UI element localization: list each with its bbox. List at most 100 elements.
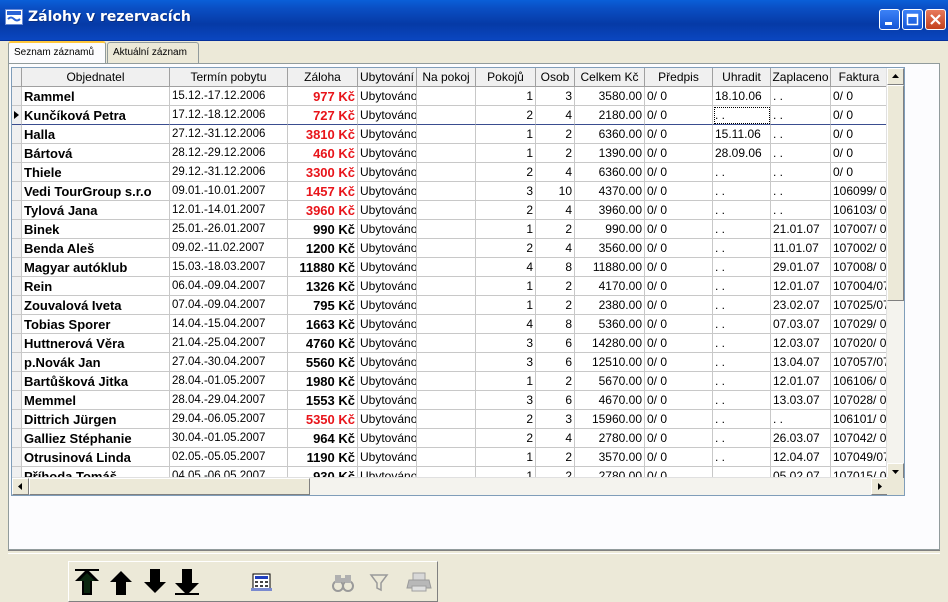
cell-status[interactable]: Ubytováno	[358, 372, 417, 391]
cell-per-room[interactable]	[417, 220, 476, 239]
search-button[interactable]	[327, 566, 359, 598]
cell-persons-count[interactable]: 2	[536, 144, 575, 163]
cell-total[interactable]: 2180.00	[575, 106, 645, 125]
column-header-invoice[interactable]: Faktura	[831, 68, 888, 87]
row-indicator[interactable]	[12, 201, 22, 220]
cell-rooms-count[interactable]: 1	[476, 372, 536, 391]
cell-total[interactable]: 4670.00	[575, 391, 645, 410]
cell-total[interactable]: 3570.00	[575, 448, 645, 467]
cell-invoice[interactable]: 107004/07	[831, 277, 888, 296]
column-header-deposit[interactable]: Záloha	[288, 68, 358, 87]
cell-total[interactable]: 3960.00	[575, 201, 645, 220]
cell-paid[interactable]: . .	[771, 144, 831, 163]
row-indicator[interactable]	[12, 296, 22, 315]
cell-total[interactable]: 5670.00	[575, 372, 645, 391]
cell-per-room[interactable]	[417, 201, 476, 220]
cell-stay-term[interactable]: 09.01.-10.01.2007	[170, 182, 288, 201]
column-header-per-room[interactable]: Na pokoj	[417, 68, 476, 87]
cell-stay-term[interactable]: 21.04.-25.04.2007	[170, 334, 288, 353]
cell-deposit[interactable]: 1980 Kč	[288, 372, 358, 391]
tab-record-list[interactable]: Seznam záznamů	[8, 41, 106, 64]
cell-invoice[interactable]: 107042/ 0	[831, 429, 888, 448]
cell-rooms-count[interactable]: 1	[476, 448, 536, 467]
cell-due[interactable]: . .	[713, 391, 771, 410]
cell-prescription[interactable]: 0/ 0	[645, 258, 713, 277]
cell-persons-count[interactable]: 3	[536, 410, 575, 429]
table-row[interactable]: Zouvalová Iveta 07.04.-09.04.2007 795 Kč Ub…	[12, 296, 888, 315]
cell-prescription[interactable]: 0/ 0	[645, 372, 713, 391]
cell-paid[interactable]: 13.03.07	[771, 391, 831, 410]
cell-paid[interactable]: 12.04.07	[771, 448, 831, 467]
cell-status[interactable]: Ubytováno	[358, 220, 417, 239]
cell-rooms-count[interactable]: 2	[476, 239, 536, 258]
cell-due[interactable]: . .	[713, 410, 771, 429]
row-indicator[interactable]	[12, 182, 22, 201]
cell-per-room[interactable]	[417, 182, 476, 201]
column-header-status[interactable]: Ubytování	[358, 68, 417, 87]
cell-invoice[interactable]: 107002/ 0	[831, 239, 888, 258]
cell-invoice[interactable]: 0/ 0	[831, 106, 888, 125]
cell-status[interactable]: Ubytováno	[358, 353, 417, 372]
cell-deposit[interactable]: 964 Kč	[288, 429, 358, 448]
cell-total[interactable]: 2780.00	[575, 429, 645, 448]
cell-due[interactable]: . .	[713, 429, 771, 448]
cell-paid[interactable]: 23.02.07	[771, 296, 831, 315]
cell-status[interactable]: Ubytováno	[358, 258, 417, 277]
row-indicator[interactable]	[12, 410, 22, 429]
table-row[interactable]: Bartůšková Jitka 28.04.-01.05.2007 1980 Kč…	[12, 372, 888, 391]
cell-deposit[interactable]: 977 Kč	[288, 87, 358, 106]
cell-invoice[interactable]: 107008/ 0	[831, 258, 888, 277]
cell-per-room[interactable]	[417, 277, 476, 296]
cell-stay-term[interactable]: 15.03.-18.03.2007	[170, 258, 288, 277]
cell-per-room[interactable]	[417, 239, 476, 258]
cell-customer[interactable]: Bartůšková Jitka	[22, 372, 170, 391]
cell-invoice[interactable]: 107029/ 0	[831, 315, 888, 334]
scroll-left-button[interactable]	[12, 478, 29, 495]
cell-customer[interactable]: Zouvalová Iveta	[22, 296, 170, 315]
filter-button[interactable]	[363, 566, 395, 598]
table-row[interactable]: Dittrich Jürgen 29.04.-06.05.2007 5350 Kč U…	[12, 410, 888, 429]
table-row[interactable]: Tobias Sporer 14.04.-15.04.2007 1663 Kč Uby…	[12, 315, 888, 334]
row-indicator[interactable]	[12, 125, 22, 144]
cell-persons-count[interactable]: 8	[536, 315, 575, 334]
cell-per-room[interactable]	[417, 163, 476, 182]
cell-invoice[interactable]: 107020/ 0	[831, 334, 888, 353]
cell-total[interactable]: 11880.00	[575, 258, 645, 277]
cell-per-room[interactable]	[417, 448, 476, 467]
cell-customer[interactable]: Dittrich Jürgen	[22, 410, 170, 429]
cell-per-room[interactable]	[417, 258, 476, 277]
cell-per-room[interactable]	[417, 429, 476, 448]
cell-prescription[interactable]: 0/ 0	[645, 315, 713, 334]
cell-customer[interactable]: Memmel	[22, 391, 170, 410]
previous-record-button[interactable]	[105, 566, 137, 598]
cell-prescription[interactable]: 0/ 0	[645, 277, 713, 296]
first-record-button[interactable]	[71, 566, 103, 598]
cell-persons-count[interactable]: 2	[536, 220, 575, 239]
column-header-due[interactable]: Uhradit	[713, 68, 771, 87]
cell-rooms-count[interactable]: 4	[476, 258, 536, 277]
cell-customer[interactable]: Rein	[22, 277, 170, 296]
cell-deposit[interactable]: 1457 Kč	[288, 182, 358, 201]
cell-per-room[interactable]	[417, 315, 476, 334]
cell-due[interactable]: . .	[713, 277, 771, 296]
cell-invoice[interactable]: 107025/07	[831, 296, 888, 315]
cell-rooms-count[interactable]: 3	[476, 391, 536, 410]
cell-stay-term[interactable]: 12.01.-14.01.2007	[170, 201, 288, 220]
cell-persons-count[interactable]: 2	[536, 448, 575, 467]
cell-paid[interactable]: 13.04.07	[771, 353, 831, 372]
cell-invoice[interactable]: 107049/07	[831, 448, 888, 467]
deposits-grid[interactable]: Objednatel Termín pobytu Záloha Ubytování Na…	[11, 67, 905, 496]
column-header-prescription[interactable]: Předpis	[645, 68, 713, 87]
cell-due[interactable]: . .	[713, 106, 771, 125]
cell-persons-count[interactable]: 2	[536, 277, 575, 296]
cell-due[interactable]: . .	[713, 239, 771, 258]
cell-total[interactable]: 6360.00	[575, 163, 645, 182]
cell-prescription[interactable]: 0/ 0	[645, 144, 713, 163]
cell-due[interactable]: . .	[713, 201, 771, 220]
cell-due[interactable]: . .	[713, 448, 771, 467]
tab-current-record[interactable]: Aktuální záznam	[107, 42, 199, 63]
cell-customer[interactable]: Rammel	[22, 87, 170, 106]
cell-deposit[interactable]: 990 Kč	[288, 220, 358, 239]
column-header-paid[interactable]: Zaplaceno	[771, 68, 831, 87]
cell-stay-term[interactable]: 28.12.-29.12.2006	[170, 144, 288, 163]
